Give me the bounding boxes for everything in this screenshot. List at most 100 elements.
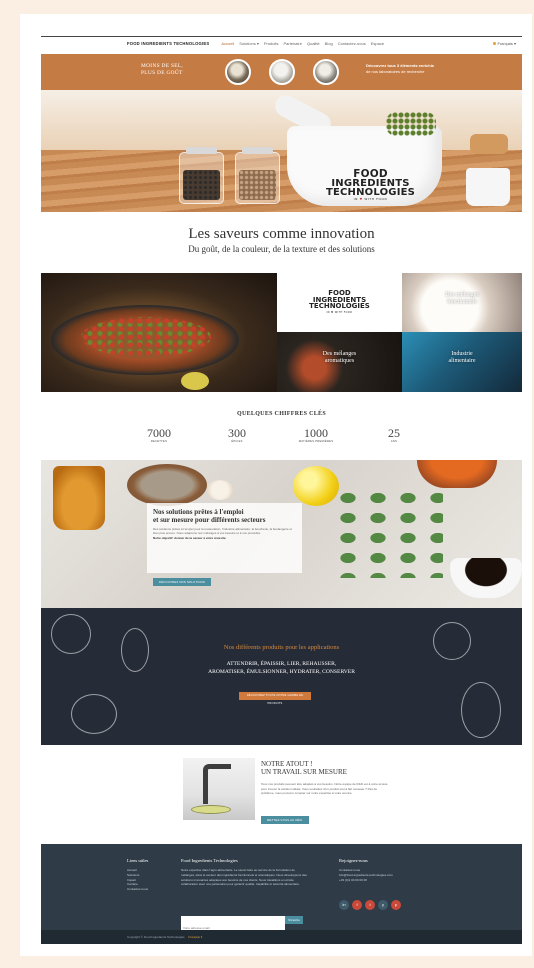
microscope-icon (203, 764, 231, 804)
tagline-in: IN (353, 197, 358, 201)
applications-line-1: ATTENDRIR, ÉPAISSIR, LIER, REHAUSSER, (226, 661, 337, 667)
page: FOOD INGREDIENTS TECHNOLOGIES Accueil So… (20, 14, 532, 956)
nav-item-blog[interactable]: Blog (325, 41, 333, 46)
cork-image (470, 134, 508, 154)
stat-label: ANS (390, 440, 398, 443)
nav-item-espace[interactable]: Espace (371, 41, 384, 46)
stat-label: ÉPICES (231, 440, 243, 443)
footer-contact-title: Rejoignez-nous (339, 858, 368, 863)
hero-logo: FOOD INGREDIENTS TECHNOLOGIES IN ♥ WITH … (324, 169, 417, 202)
footer-about-column: Food Ingredients Technologies Notre expe… (181, 858, 309, 887)
discover-solutions-button[interactable]: DÉCOUVREZ NOS SOLUTIONS (153, 578, 211, 586)
nav-item-produits[interactable]: Produits (264, 41, 279, 46)
solutions-title-line-1: Nos solutions prêtes à l'emploi (153, 508, 244, 516)
tile-functional-mixes[interactable]: Des mélanges fonctionnels (402, 273, 522, 332)
custom-work-body: Tous nos produits peuvent être adaptés à… (261, 782, 388, 796)
salt-image-1[interactable] (225, 59, 251, 85)
petri-dish-image (191, 805, 231, 814)
section-headline: Les saveurs comme innovation Du goût, de… (41, 226, 522, 255)
copyright-text: Copyright © Food Ingredients Technologie… (127, 935, 185, 939)
custom-work-title: NOTRE ATOUT ! UN TRAVAIL SUR MESURE (261, 760, 347, 776)
footer-language-selector[interactable]: Français ▾ (188, 935, 202, 939)
tile-aroma-caption: Des mélanges aromatiques (277, 351, 402, 365)
stat-years: 25 ANS (364, 426, 424, 444)
paprika-bowl-image (417, 460, 497, 488)
custom-work-title-line-2: UN TRAVAIL SUR MESURE (261, 768, 347, 776)
tile-logo: FOOD INGREDIENTS TECHNOLOGIES IN ♥ WITH … (277, 273, 402, 332)
stat-recipes: 7000 RECETTES (129, 426, 189, 444)
tile-food-industry[interactable]: Industrie alimentaire (402, 332, 522, 392)
brand-name[interactable]: FOOD INGREDIENTS TECHNOLOGIES (127, 41, 209, 46)
custom-work-title-line-1: NOTRE ATOUT ! (261, 760, 313, 768)
solutions-card: Nos solutions prêtes à l'emploi et sur m… (147, 503, 302, 573)
salt-image-3[interactable] (313, 59, 339, 85)
applications-section: Nos différents produits pour les applica… (41, 608, 522, 745)
pepper-jar-image (179, 147, 224, 204)
pinterest-icon[interactable]: p (391, 900, 401, 910)
nav-item-contact[interactable]: Contactez-nous (338, 41, 366, 46)
tile-aroma-line-1: Des mélanges (322, 351, 357, 357)
vegetable-sketch-icon (71, 694, 117, 734)
footer-link[interactable]: Contactez-nous (127, 887, 175, 892)
solutions-title: Nos solutions prêtes à l'emploi et sur m… (153, 508, 296, 524)
linkedin-icon[interactable]: in (339, 900, 349, 910)
nav-item-partenaire[interactable]: Partenaire (284, 41, 302, 46)
tile-mix-line-2: fonctionnels (447, 299, 477, 305)
facebook-icon[interactable]: f (352, 900, 362, 910)
contact-phone[interactable]: +33 (0)1 00 00 00 00 (339, 878, 459, 883)
solutions-section: Nos solutions prêtes à l'emploi et sur m… (41, 460, 522, 608)
mosaic-logo-tagline: IN ♥ WITH FOOD (326, 310, 353, 314)
stat-label: MATIÈRES PREMIÈRES (298, 440, 334, 443)
garlic-image (207, 480, 233, 500)
newsletter-input-wrap (181, 916, 285, 932)
wood-table (41, 150, 522, 212)
solutions-strong: Notre objectif: donner de la saveur à vo… (153, 535, 227, 540)
tile-indus-caption: Industrie alimentaire (402, 351, 522, 365)
nav-item-accueil[interactable]: Accueil (221, 41, 234, 46)
mosaic-logo-line-3: TECHNOLOGIES (309, 302, 370, 311)
footer-bottom-bar: Copyright © Food Ingredients Technologie… (41, 930, 522, 944)
footer-about-title: Food Ingredients Technologies (181, 858, 238, 863)
headline-subtitle: Du goût, de la couleur, de la texture et… (188, 244, 375, 254)
band-promo-text[interactable]: Découvrez tous 3 éléments enrichis de no… (366, 63, 434, 75)
nav-item-solutions[interactable]: Solutions ▾ (239, 41, 259, 46)
applications-title: Nos différents produits pour les applica… (223, 644, 340, 651)
tagline-with-food: WITH FOOD (364, 197, 388, 201)
solutions-body: Des solutions prêtes à l'emploi pour la … (153, 527, 292, 536)
promo-band: MOINS DE SEL, PLUS DE GOÛT Découvrez tou… (41, 54, 522, 90)
solutions-title-line-2: et sur mesure pour différents secteurs (153, 516, 266, 524)
promo-line-2: de nos laboratoires de recherche (366, 69, 425, 74)
tile-indus-line-1: Industrie (451, 351, 473, 357)
tile-mix-line-1: Des mélanges (445, 292, 479, 298)
garlic-sketch-icon (461, 682, 501, 738)
stat-number: 25 (388, 426, 400, 440)
stat-number: 300 (228, 426, 246, 440)
headline-title: Les saveurs comme innovation (188, 226, 375, 242)
oil-bottle-image (53, 466, 105, 530)
salt-image-2[interactable] (269, 59, 295, 85)
newsletter-submit-button[interactable]: S'inscrire (285, 916, 303, 924)
vegetables-image (81, 317, 211, 357)
laboratory-image (183, 758, 255, 820)
stat-number: 7000 (147, 426, 171, 440)
nav-item-qualite[interactable]: Qualité (307, 41, 320, 46)
tile-aromatic-mixes[interactable]: Des mélanges aromatiques (277, 332, 402, 392)
heart-icon: ♥ (359, 197, 363, 201)
challenge-us-button[interactable]: METTEZ-VOUS AU DÉFI (261, 816, 309, 824)
bay-leaves-image (333, 488, 443, 578)
top-navigation: FOOD INGREDIENTS TECHNOLOGIES Accueil So… (41, 36, 522, 50)
custom-work-section: NOTRE ATOUT ! UN TRAVAIL SUR MESURE Tous… (41, 756, 522, 836)
hero-banner: FOOD INGREDIENTS TECHNOLOGIES IN ♥ WITH … (41, 90, 522, 212)
peppercorn-branch-image (386, 112, 436, 136)
spice-jar-image (235, 147, 280, 204)
youtube-icon[interactable]: y (378, 900, 388, 910)
hero-logo-line-3: TECHNOLOGIES (325, 187, 416, 198)
stat-number: 1000 (304, 426, 328, 440)
all-products-button[interactable]: DÉCOUVREZ TOUTE NOTRE GAMME DE PRODUITS (239, 692, 311, 705)
applications-line-2: AROMATISER, ÉMULSIONNER, HYDRATER, CONSE… (208, 669, 355, 676)
language-selector[interactable]: Français ▾ (493, 41, 516, 46)
footer-links-column: Liens utiles Accueil Solutions Impact Ca… (127, 858, 175, 892)
slogan-line-1: MOINS DE SEL, (141, 63, 184, 69)
twitter-icon[interactable]: t (365, 900, 375, 910)
band-slogan: MOINS DE SEL, PLUS DE GOÛT (141, 63, 183, 77)
